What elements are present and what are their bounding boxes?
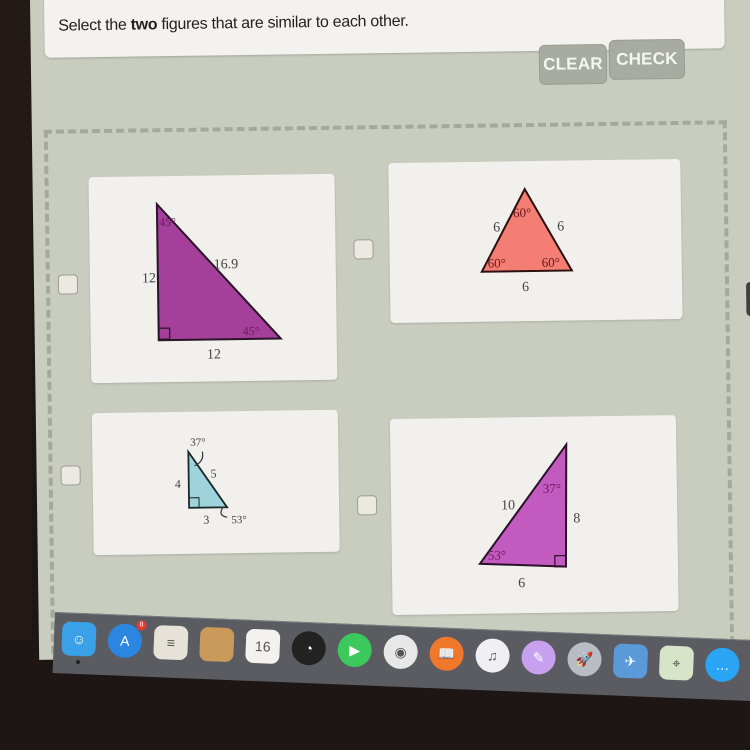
check-button[interactable]: CHECK	[608, 38, 686, 80]
dock-paintbrush-icon[interactable]: ✎	[520, 639, 557, 676]
dashboard-glyph: ◔	[304, 640, 314, 657]
figure-c-angle-br: 53°	[231, 514, 247, 526]
clear-button[interactable]: CLEAR	[538, 43, 608, 85]
paintbrush-glyph: ✎	[532, 648, 545, 666]
figure-c-side-hyp: 5	[211, 466, 217, 480]
dock-preview-icon[interactable]: ✈	[612, 643, 649, 679]
figure-c-side-bottom: 3	[203, 513, 209, 527]
dock-messages-icon[interactable]: …	[704, 647, 741, 683]
launchpad-glyph: 🚀	[575, 650, 594, 668]
notes-glyph: ≡	[166, 634, 176, 651]
question-suffix: figures that are similar to each other.	[157, 12, 409, 34]
figure-a-side-hyp: 16.9	[214, 257, 239, 272]
side-panel-tab[interactable]	[746, 281, 750, 317]
figure-d-card[interactable]: 37° 53° 10 8 6	[389, 415, 679, 615]
angle-pointer-br	[220, 507, 228, 518]
running-indicator	[75, 659, 81, 665]
figure-b-checkbox[interactable]	[353, 239, 374, 260]
figure-c-card[interactable]: 37° 53° 4 5 3	[91, 409, 340, 556]
figure-b-angle-br: 60°	[542, 255, 560, 270]
figure-c-triangle: 37° 53° 4 5 3	[175, 437, 247, 527]
screen: Select the two figures that are similar …	[30, 0, 750, 660]
itunes-glyph: ♫	[487, 647, 499, 664]
figure-a-side-bottom: 12	[207, 347, 221, 362]
figure-b-side-right: 6	[557, 220, 564, 235]
dock-ibooks-icon[interactable]: 📖	[428, 636, 465, 672]
ibooks-glyph: 📖	[437, 644, 456, 662]
dock-chrome-icon[interactable]: ◉	[383, 634, 419, 670]
question-prefix: Select the	[58, 16, 131, 35]
figure-a-angle-top: 45°	[159, 215, 176, 229]
figure-d-angle-top: 37°	[543, 481, 561, 496]
figure-a-triangle: 45° 45° 12 16.9 12	[142, 201, 284, 363]
notification-badge: 8	[136, 620, 147, 631]
finder-glyph: ☺	[71, 630, 87, 648]
figure-c-shape	[187, 448, 229, 509]
question-emphasis: two	[130, 16, 158, 34]
figure-b-angle-bl: 60°	[488, 255, 506, 270]
figure-a-angle-br: 45°	[243, 324, 260, 338]
chrome-glyph: ◉	[394, 643, 408, 660]
dock-calendar-icon[interactable]: 16	[245, 628, 281, 665]
figure-a-side-left: 12	[142, 271, 156, 286]
dock-app-store-icon[interactable]: A8	[107, 620, 147, 659]
preview-glyph: ✈	[624, 652, 637, 669]
question-text: Select the two figures that are similar …	[58, 13, 408, 36]
dock-maps-icon[interactable]: ⌖	[658, 645, 695, 681]
dock-launchpad-icon[interactable]: 🚀	[566, 641, 603, 677]
figure-c-angle-top: 37°	[190, 437, 206, 449]
figure-b-card[interactable]: 60° 60° 60° 6 6 6	[388, 158, 683, 323]
dock-notes-icon[interactable]: ≡	[153, 625, 189, 661]
figure-d-angle-bl: 53°	[488, 547, 506, 562]
app-store-glyph: A	[119, 632, 130, 650]
figure-d-side-hyp: 10	[501, 498, 515, 513]
figure-c-side-left: 4	[175, 477, 181, 491]
figure-d-side-right: 8	[573, 511, 580, 526]
figure-d-triangle: 37° 53° 10 8 6	[478, 441, 580, 591]
dock-finder-icon[interactable]: ☺	[61, 621, 97, 665]
dock-itunes-icon[interactable]: ♫	[474, 637, 511, 674]
figure-b-angle-top: 60°	[513, 205, 531, 220]
facetime-glyph: ▶	[349, 641, 361, 658]
figure-b-side-bottom: 6	[522, 280, 529, 295]
figure-a-card[interactable]: 45° 45° 12 16.9 12	[88, 173, 338, 384]
maps-glyph: ⌖	[672, 654, 681, 671]
figure-b-triangle: 60° 60° 60° 6 6 6	[480, 187, 574, 295]
dock-dashboard-icon[interactable]: ◔	[291, 630, 327, 666]
figure-a-checkbox[interactable]	[57, 274, 79, 295]
figure-c-checkbox[interactable]	[60, 465, 81, 486]
figure-d-side-bottom: 6	[518, 576, 525, 591]
calendar-glyph: 16	[254, 638, 271, 655]
figure-b-side-left: 6	[493, 220, 500, 235]
dock-folder-icon[interactable]	[199, 626, 235, 663]
monitor-bezel	[0, 0, 32, 640]
dock-facetime-icon[interactable]: ▶	[337, 632, 373, 668]
figure-d-checkbox[interactable]	[356, 495, 378, 516]
messages-glyph: …	[715, 656, 730, 674]
